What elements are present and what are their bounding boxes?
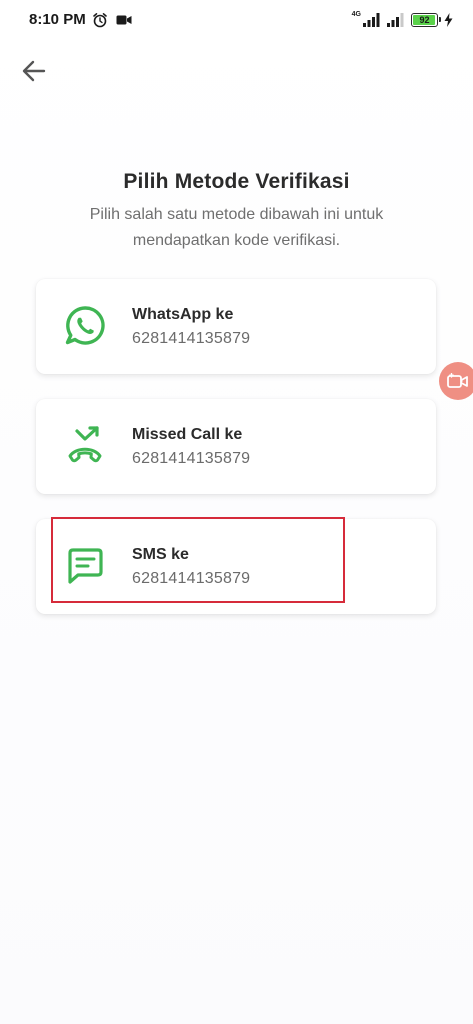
option-phone: 6281414135879 [132,450,251,467]
battery-indicator: 92 [411,13,441,27]
option-label: WhatsApp ke [132,306,234,323]
back-button[interactable] [18,55,50,87]
option-label: Missed Call ke [132,426,243,443]
battery-percent: 92 [419,15,430,25]
verification-method-screen: 8:10 PM 4G 92 Pilih Metode Verifikasi Pi… [0,0,473,1024]
sms-icon [68,548,103,584]
page-title: Pilih Metode Verifikasi [123,170,350,193]
signal-icon [363,13,380,27]
option-label: SMS ke [132,546,189,563]
arrow-left-icon [22,60,46,82]
alarm-icon [93,13,107,28]
option-phone: 6281414135879 [132,570,251,587]
option-missed-call[interactable]: Missed Call ke 6281414135879 [36,399,436,494]
video-camera-icon [447,373,468,388]
option-sms[interactable]: SMS ke 6281414135879 [36,519,436,614]
charging-icon [444,13,453,27]
floating-video-button[interactable] [439,362,473,400]
status-bar: 8:10 PM 4G 92 [0,0,473,40]
status-indicators: 4G 92 [352,11,453,29]
network-type: 4G [351,11,361,18]
signal-icon [387,13,404,27]
missed-call-icon [68,426,102,463]
video-record-icon [116,15,132,25]
status-time: 8:10 PM [29,11,86,28]
page-subtitle: Pilih salah satu metode dibawah ini untu… [89,206,384,249]
whatsapp-icon [65,306,105,345]
option-phone: 6281414135879 [132,330,251,347]
battery-cap [439,17,441,22]
option-whatsapp[interactable]: WhatsApp ke 6281414135879 [36,279,436,374]
